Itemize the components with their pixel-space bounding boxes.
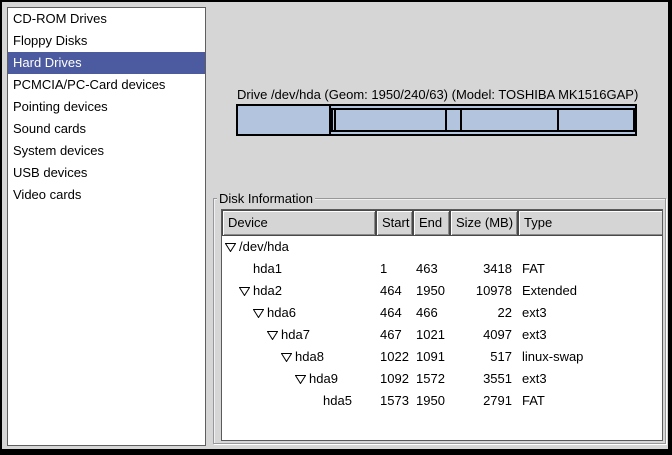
device-category-list: CD-ROM DrivesFloppy DisksHard DrivesPCMC…: [7, 7, 206, 446]
expander-triangle-icon[interactable]: [225, 242, 239, 252]
sidebar-item-hard-drives[interactable]: Hard Drives: [8, 52, 205, 74]
device-name-label: hda2: [253, 280, 282, 302]
cell-type: FAT: [518, 258, 663, 280]
device-name-label: /dev/hda: [239, 236, 289, 258]
cell-size: 3551: [450, 368, 518, 390]
table-row-hda1[interactable]: hda1 14633418FAT: [222, 258, 662, 280]
partition-segment-hda5: [559, 110, 633, 130]
column-header-end[interactable]: End: [413, 210, 450, 236]
cell-size: 2791: [450, 390, 518, 412]
cell-start: 1573: [376, 390, 413, 412]
expander-triangle-icon[interactable]: [295, 374, 309, 384]
device-name-label: hda9: [309, 368, 338, 390]
sidebar-item-pointing-devices[interactable]: Pointing devices: [8, 96, 205, 118]
window-border-left: [0, 0, 2, 455]
device-name-label: hda5: [323, 390, 352, 412]
column-header-type[interactable]: Type: [518, 210, 663, 236]
sidebar-item-sound-cards[interactable]: Sound cards: [8, 118, 205, 140]
expander-triangle-icon[interactable]: [281, 352, 295, 362]
partition-table: DeviceStartEndSize (MB)Type /dev/hdahda1…: [221, 209, 663, 441]
partition-layout-bar: [236, 104, 637, 136]
cell-start: 464: [376, 302, 413, 324]
cell-size: 10978: [450, 280, 518, 302]
cell-size: 22: [450, 302, 518, 324]
partition-table-header: DeviceStartEndSize (MB)Type: [222, 210, 662, 236]
cell-type: ext3: [518, 324, 663, 346]
cell-device: /dev/hda: [222, 236, 376, 258]
partition-table-body: /dev/hdahda114633418FAThda2464195010978E…: [222, 236, 662, 412]
partition-segment-hda7: [336, 110, 447, 130]
column-header-device[interactable]: Device: [222, 210, 376, 236]
expander-spacer: [309, 396, 323, 406]
cell-start: 1022: [376, 346, 413, 368]
table-row-hda8[interactable]: hda8 10221091517linux-swap: [222, 346, 662, 368]
device-name-label: hda8: [295, 346, 324, 368]
cell-type: ext3: [518, 302, 663, 324]
cell-device: hda7: [222, 324, 376, 346]
expander-triangle-icon[interactable]: [267, 330, 281, 340]
cell-start: 1: [376, 258, 413, 280]
column-header-size-mb-[interactable]: Size (MB): [450, 210, 518, 236]
cell-start: 1092: [376, 368, 413, 390]
table-row-hda6[interactable]: hda6 46446622ext3: [222, 302, 662, 324]
sidebar-item-floppy-disks[interactable]: Floppy Disks: [8, 30, 205, 52]
table-row--dev-hda[interactable]: /dev/hda: [222, 236, 662, 258]
cell-size: 4097: [450, 324, 518, 346]
sidebar-item-video-cards[interactable]: Video cards: [8, 184, 205, 206]
cell-size: 3418: [450, 258, 518, 280]
window-border-top: [0, 0, 672, 2]
cell-type: FAT: [518, 390, 663, 412]
disk-information-title: Disk Information: [217, 191, 315, 206]
expander-triangle-icon[interactable]: [253, 308, 267, 318]
partition-segment-hda8: [447, 110, 463, 130]
cell-device: hda6: [222, 302, 376, 324]
device-name-label: hda7: [281, 324, 310, 346]
cell-device: hda2: [222, 280, 376, 302]
cell-device: hda1: [222, 258, 376, 280]
sidebar-item-pcmcia-pc-card-devices[interactable]: PCMCIA/PC-Card devices: [8, 74, 205, 96]
cell-end: 1021: [413, 324, 450, 346]
cell-end: 1572: [413, 368, 450, 390]
expander-spacer: [239, 264, 253, 274]
window-border-bottom: [0, 449, 672, 455]
cell-type: linux-swap: [518, 346, 663, 368]
sidebar-item-system-devices[interactable]: System devices: [8, 140, 205, 162]
cell-end: 466: [413, 302, 450, 324]
cell-device: hda8: [222, 346, 376, 368]
disk-information-groupbox: Disk Information DeviceStartEndSize (MB)…: [213, 198, 666, 444]
device-name-label: hda6: [267, 302, 296, 324]
cell-end: 1091: [413, 346, 450, 368]
cell-size: 517: [450, 346, 518, 368]
partition-segment-hda9: [462, 110, 558, 130]
partition-segment-hda1: [238, 106, 331, 134]
cell-end: 463: [413, 258, 450, 280]
cell-start: 464: [376, 280, 413, 302]
partition-segment-hda2-extended: [331, 108, 635, 132]
table-row-hda5[interactable]: hda5 157319502791FAT: [222, 390, 662, 412]
drive-summary-label: Drive /dev/hda (Geom: 1950/240/63) (Mode…: [237, 87, 638, 102]
cell-end: 1950: [413, 280, 450, 302]
cell-device: hda5: [222, 390, 376, 412]
window-border-right: [668, 0, 672, 455]
hardware-browser-window: { "sidebar": { "items": [ { "label": "CD…: [0, 0, 672, 455]
cell-start: 467: [376, 324, 413, 346]
sidebar-item-usb-devices[interactable]: USB devices: [8, 162, 205, 184]
column-header-start[interactable]: Start: [376, 210, 413, 236]
table-row-hda7[interactable]: hda7 46710214097ext3: [222, 324, 662, 346]
cell-end: 1950: [413, 390, 450, 412]
expander-triangle-icon[interactable]: [239, 286, 253, 296]
table-row-hda2[interactable]: hda2 464195010978Extended: [222, 280, 662, 302]
table-row-hda9[interactable]: hda9 109215723551ext3: [222, 368, 662, 390]
cell-type: ext3: [518, 368, 663, 390]
cell-device: hda9: [222, 368, 376, 390]
cell-type: Extended: [518, 280, 663, 302]
device-name-label: hda1: [253, 258, 282, 280]
sidebar-item-cd-rom-drives[interactable]: CD-ROM Drives: [8, 8, 205, 30]
